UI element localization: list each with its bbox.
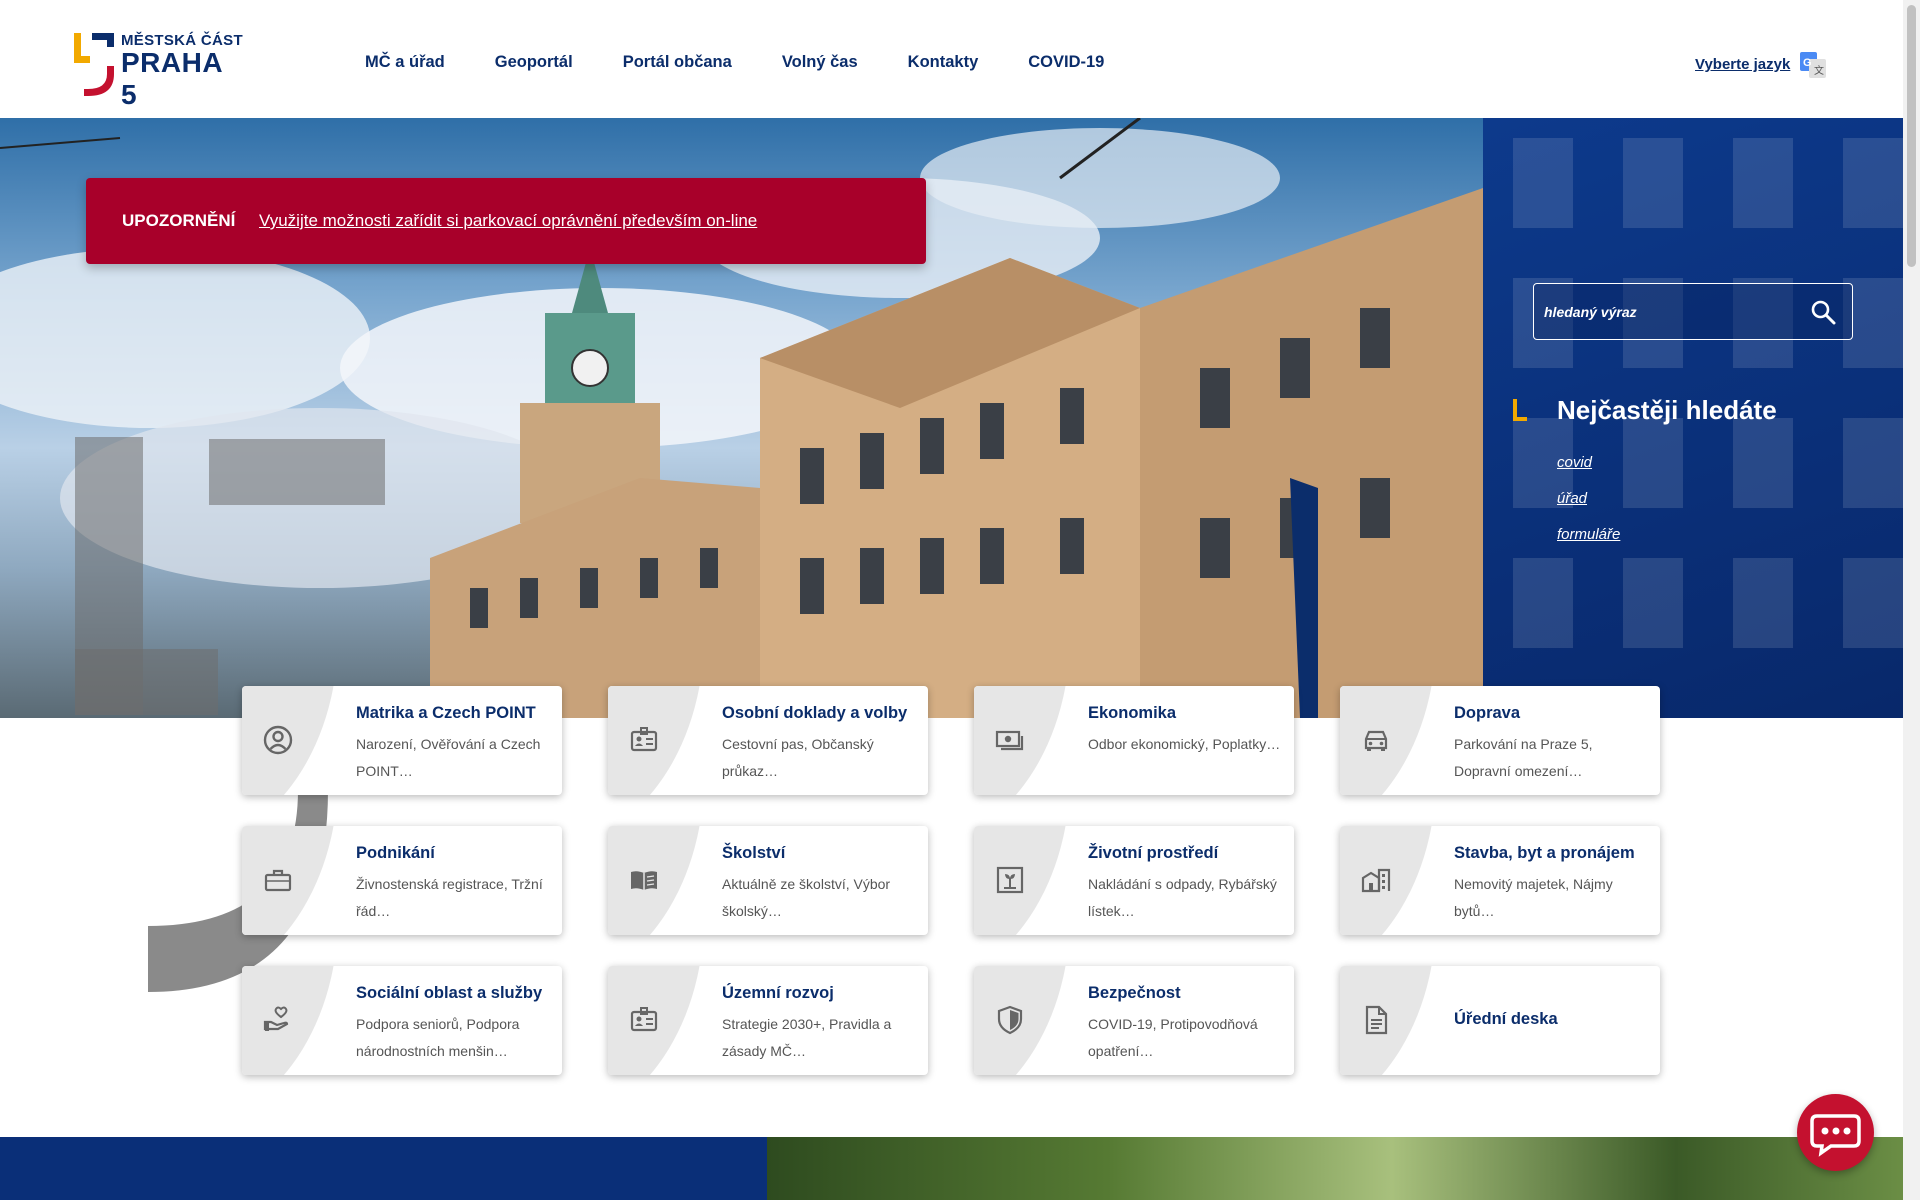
alert-banner: UPOZORNĚNÍ Využijte možnosti zařídit si … [86, 178, 926, 264]
card-desc: Narození, Ověřování a Czech POINT… [356, 736, 541, 779]
card-title: Doprava [1454, 704, 1521, 722]
page-scrollbar[interactable] [1903, 0, 1920, 1200]
search-box [1533, 283, 1853, 340]
card-desc: Podpora seniorů, Podpora národnostních m… [356, 1016, 520, 1059]
card-desc: COVID-19, Protipovodňová opatření… [1088, 1016, 1258, 1059]
card-skolstvi[interactable]: Školství Aktuálně ze školství, Výbor ško… [608, 826, 928, 935]
card-desc: Cestovní pas, Občanský průkaz… [722, 736, 874, 779]
card-title: Podnikání [356, 844, 435, 862]
frequent-searches-title: Nejčastěji hledáte [1557, 395, 1777, 425]
language-select-link[interactable]: Vyberte jazyk [1695, 56, 1790, 73]
card-title: Životní prostředí [1088, 844, 1219, 862]
chat-bubble-icon [1810, 1114, 1861, 1157]
card-desc: Parkování na Praze 5, Dopravní omezení… [1454, 736, 1593, 779]
card-matrika[interactable]: Matrika a Czech POINT Narození, Ověřován… [242, 686, 562, 795]
nav-volny-cas[interactable]: Volný čas [782, 53, 858, 72]
scrollbar-thumb[interactable] [1907, 5, 1916, 267]
card-desc: Živnostenská registrace, Tržní řád… [356, 876, 543, 919]
user-circle-icon [263, 725, 293, 755]
card-desc: Nakládání s odpady, Rybářský lístek… [1088, 876, 1277, 919]
bottom-section-photo [767, 1137, 1903, 1200]
search-icon[interactable] [1810, 299, 1836, 325]
card-desc: Odbor ekonomický, Poplatky… [1088, 736, 1281, 752]
svg-text:文: 文 [1814, 64, 1824, 77]
card-title: Sociální oblast a služby [356, 984, 543, 1002]
card-zivotni-prostredi[interactable]: Životní prostředí Nakládání s odpady, Ry… [974, 826, 1294, 935]
plant-icon [996, 866, 1024, 894]
logo-text-main: PRAHA 5 [121, 47, 223, 110]
praha5-logo[interactable]: MĚSTSKÁ ČÁST PRAHA 5 [74, 30, 244, 110]
money-icon [995, 730, 1024, 751]
document-icon [1365, 1005, 1388, 1035]
frequent-link-covid[interactable]: covid [1557, 454, 1592, 471]
praha5-logo-mark-icon [74, 33, 114, 96]
card-socialni-oblast[interactable]: Sociální oblast a služby Podpora seniorů… [242, 966, 562, 1075]
card-stavba-byt[interactable]: Stavba, byt a pronájem Nemovitý majetek,… [1340, 826, 1660, 935]
car-icon [1364, 730, 1388, 751]
svg-text:G: G [1803, 57, 1812, 69]
card-title: Územní rozvoj [722, 984, 834, 1002]
alert-parking-link[interactable]: Využijte možnosti zařídit si parkovací o… [259, 211, 757, 231]
card-desc: Strategie 2030+, Pravidla a zásady MČ… [722, 1016, 892, 1059]
card-desc: Aktuálně ze školství, Výbor školský… [722, 876, 891, 919]
card-title: Ekonomika [1088, 704, 1177, 722]
card-title: Stavba, byt a pronájem [1454, 844, 1635, 862]
nav-mc-a-urad[interactable]: MČ a úřad [365, 53, 445, 72]
shield-icon [997, 1005, 1023, 1035]
buildings-icon [1361, 868, 1391, 893]
google-translate-icon[interactable]: G 文 [1800, 52, 1826, 78]
card-ekonomika[interactable]: Ekonomika Odbor ekonomický, Poplatky… [974, 686, 1294, 795]
card-uredni-deska[interactable]: Úřední deska [1340, 966, 1660, 1075]
frequent-link-urad[interactable]: úřad [1557, 490, 1587, 507]
search-input[interactable] [1544, 300, 1794, 324]
frequent-link-formulare[interactable]: formuláře [1557, 526, 1620, 543]
decorative-grey-l-shape [75, 437, 218, 715]
card-title: Úřední deska [1454, 1010, 1558, 1028]
card-podnikani[interactable]: Podnikání Živnostenská registrace, Tržní… [242, 826, 562, 935]
nav-kontakty[interactable]: Kontakty [908, 53, 979, 72]
card-title: Bezpečnost [1088, 984, 1181, 1002]
chat-button[interactable] [1797, 1094, 1874, 1171]
nav-geoportal[interactable]: Geoportál [495, 53, 573, 72]
card-doprava[interactable]: Doprava Parkování na Praze 5, Dopravní o… [1340, 686, 1660, 795]
main-nav: MČ a úřad Geoportál Portál občana Volný … [365, 53, 1154, 72]
card-osobni-doklady[interactable]: Osobní doklady a volby Cestovní pas, Obč… [608, 686, 928, 795]
card-desc: Nemovitý majetek, Nájmy bytů… [1454, 876, 1613, 919]
card-uzemni-rozvoj[interactable]: Územní rozvoj Strategie 2030+, Pravidla … [608, 966, 928, 1075]
bottom-section-blue [0, 1137, 767, 1200]
book-icon [631, 871, 657, 890]
card-title: Matrika a Czech POINT [356, 704, 536, 722]
card-title: Osobní doklady a volby [722, 704, 908, 722]
nav-portal-obcana[interactable]: Portál občana [623, 53, 732, 72]
id-card-icon [630, 1007, 658, 1032]
id-card-icon [630, 727, 658, 752]
nav-covid[interactable]: COVID-19 [1028, 53, 1104, 72]
card-bezpecnost[interactable]: Bezpečnost COVID-19, Protipovodňová opat… [974, 966, 1294, 1075]
site-header: MĚSTSKÁ ČÁST PRAHA 5 MČ a úřad Geoportál… [0, 0, 1903, 118]
hand-heart-icon [263, 1006, 289, 1031]
card-title: Školství [722, 844, 786, 862]
briefcase-icon [264, 869, 292, 892]
alert-label: UPOZORNĚNÍ [122, 211, 236, 230]
frequent-mark-icon [1513, 399, 1527, 421]
decorative-grey-rect [209, 439, 385, 505]
